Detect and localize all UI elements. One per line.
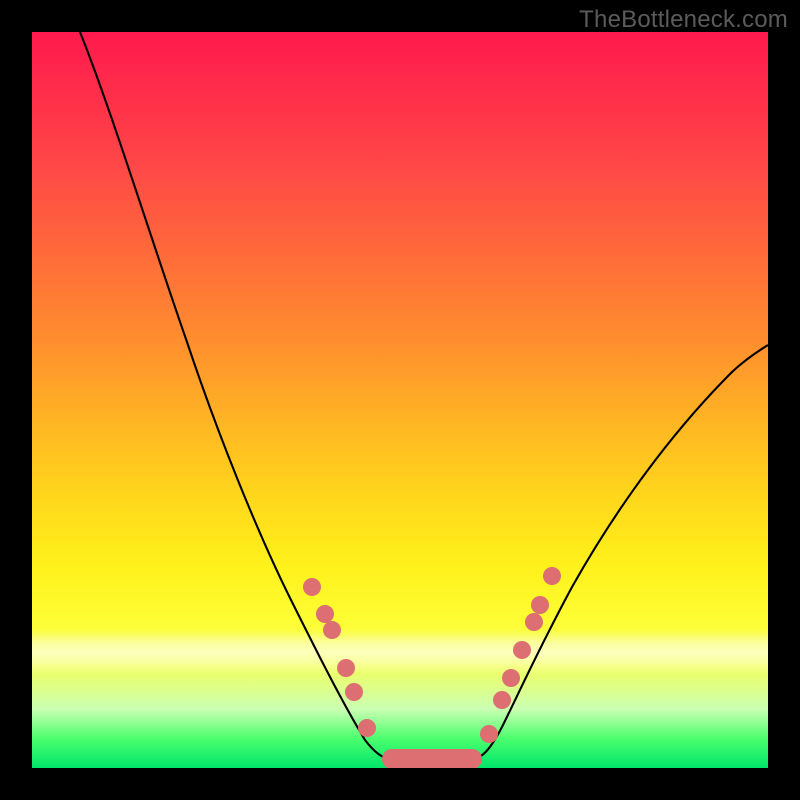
marker-dot bbox=[358, 719, 376, 737]
marker-dot bbox=[543, 567, 561, 585]
marker-dot bbox=[502, 669, 520, 687]
marker-dot bbox=[480, 725, 498, 743]
marker-dot bbox=[323, 621, 341, 639]
marker-dot bbox=[531, 596, 549, 614]
left-marker-group bbox=[303, 578, 376, 737]
marker-dot bbox=[493, 691, 511, 709]
watermark-text: TheBottleneck.com bbox=[579, 6, 788, 34]
right-marker-group bbox=[480, 567, 561, 743]
chart-svg bbox=[32, 32, 768, 768]
marker-dot bbox=[303, 578, 321, 596]
marker-dot bbox=[345, 683, 363, 701]
chart-frame: TheBottleneck.com bbox=[0, 0, 800, 800]
marker-dot bbox=[513, 641, 531, 659]
optimum-capsule bbox=[382, 749, 482, 768]
plot-area bbox=[32, 32, 768, 768]
bottleneck-curve bbox=[80, 32, 768, 762]
marker-dot bbox=[337, 659, 355, 677]
marker-dot bbox=[316, 605, 334, 623]
marker-dot bbox=[525, 613, 543, 631]
